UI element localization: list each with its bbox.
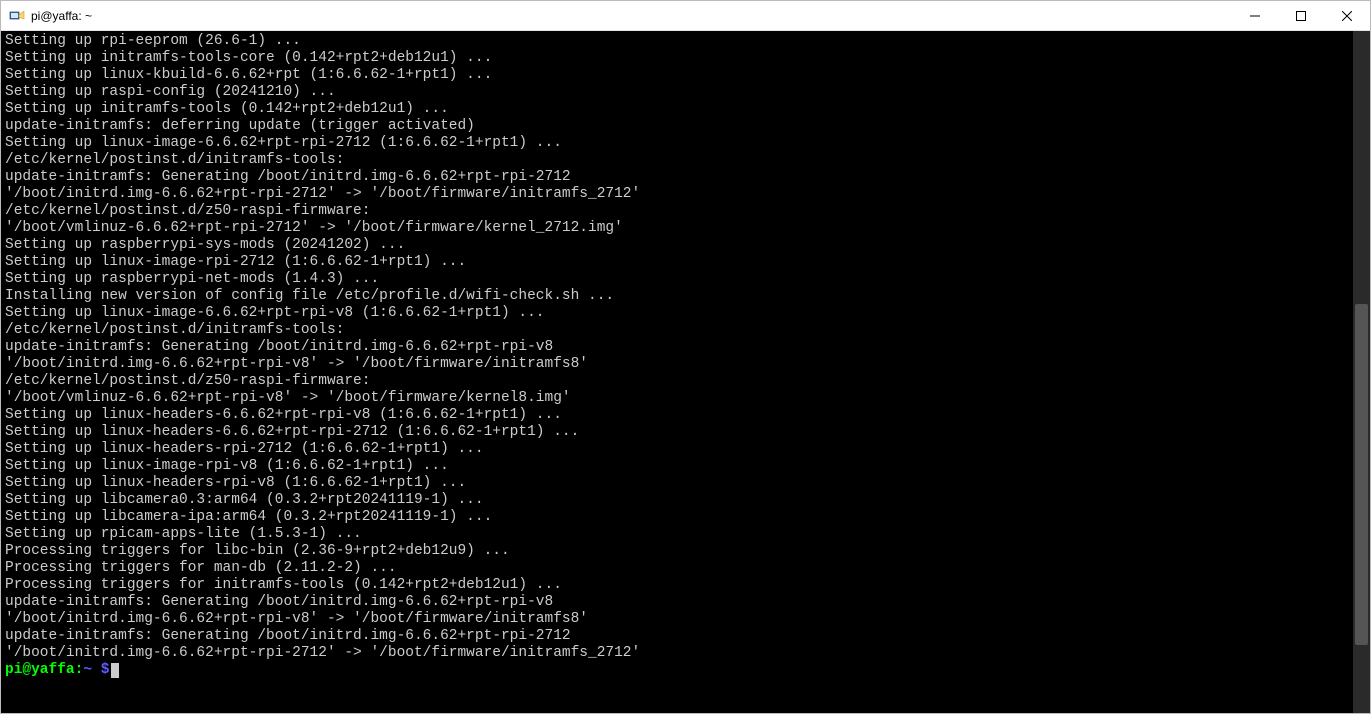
close-button[interactable] (1324, 1, 1370, 31)
terminal-line: Processing triggers for man-db (2.11.2-2… (5, 560, 1366, 577)
terminal-line: '/boot/initrd.img-6.6.62+rpt-rpi-v8' -> … (5, 356, 1366, 373)
scrollbar-thumb[interactable] (1355, 304, 1368, 645)
terminal-line: Setting up linux-image-rpi-v8 (1:6.6.62-… (5, 458, 1366, 475)
titlebar[interactable]: pi@yaffa: ~ (1, 1, 1370, 31)
terminal-line: /etc/kernel/postinst.d/z50-raspi-firmwar… (5, 203, 1366, 220)
terminal-line: Installing new version of config file /e… (5, 288, 1366, 305)
terminal-line: Setting up linux-headers-rpi-2712 (1:6.6… (5, 441, 1366, 458)
terminal-line: Processing triggers for initramfs-tools … (5, 577, 1366, 594)
terminal-line: Setting up libcamera0.3:arm64 (0.3.2+rpt… (5, 492, 1366, 509)
terminal-line: '/boot/initrd.img-6.6.62+rpt-rpi-v8' -> … (5, 611, 1366, 628)
prompt-user-host: pi@yaffa (5, 662, 75, 678)
terminal-line: Setting up linux-image-6.6.62+rpt-rpi-v8… (5, 305, 1366, 322)
terminal-line: /etc/kernel/postinst.d/initramfs-tools: (5, 322, 1366, 339)
terminal-line: Setting up linux-headers-6.6.62+rpt-rpi-… (5, 407, 1366, 424)
terminal-line: Setting up initramfs-tools-core (0.142+r… (5, 50, 1366, 67)
terminal-line: Setting up linux-kbuild-6.6.62+rpt (1:6.… (5, 67, 1366, 84)
terminal-window: pi@yaffa: ~ Setting up rpi-eeprom (26.6-… (0, 0, 1371, 714)
terminal-line: Setting up raspberrypi-sys-mods (2024120… (5, 237, 1366, 254)
terminal-line: '/boot/vmlinuz-6.6.62+rpt-rpi-2712' -> '… (5, 220, 1366, 237)
terminal-line: update-initramfs: deferring update (trig… (5, 118, 1366, 135)
terminal-line: Setting up linux-headers-6.6.62+rpt-rpi-… (5, 424, 1366, 441)
putty-icon (9, 8, 25, 24)
terminal-line: Setting up raspberrypi-net-mods (1.4.3) … (5, 271, 1366, 288)
terminal-line: '/boot/initrd.img-6.6.62+rpt-rpi-2712' -… (5, 645, 1366, 662)
terminal-line: update-initramfs: Generating /boot/initr… (5, 339, 1366, 356)
terminal-line: Processing triggers for libc-bin (2.36-9… (5, 543, 1366, 560)
terminal-line: '/boot/initrd.img-6.6.62+rpt-rpi-2712' -… (5, 186, 1366, 203)
terminal-line: /etc/kernel/postinst.d/z50-raspi-firmwar… (5, 373, 1366, 390)
prompt-cwd: ~ (83, 662, 92, 678)
terminal-output[interactable]: Setting up rpi-eeprom (26.6-1) ...Settin… (1, 31, 1370, 713)
prompt-dollar: $ (92, 662, 109, 678)
minimize-button[interactable] (1232, 1, 1278, 31)
terminal-line: Setting up initramfs-tools (0.142+rpt2+d… (5, 101, 1366, 118)
terminal-line: Setting up rpicam-apps-lite (1.5.3-1) ..… (5, 526, 1366, 543)
scrollbar[interactable] (1353, 31, 1370, 713)
terminal-line: Setting up linux-image-6.6.62+rpt-rpi-27… (5, 135, 1366, 152)
terminal-line: Setting up linux-image-rpi-2712 (1:6.6.6… (5, 254, 1366, 271)
terminal-line: Setting up linux-headers-rpi-v8 (1:6.6.6… (5, 475, 1366, 492)
maximize-button[interactable] (1278, 1, 1324, 31)
terminal-line: update-initramfs: Generating /boot/initr… (5, 169, 1366, 186)
terminal-line: Setting up raspi-config (20241210) ... (5, 84, 1366, 101)
terminal-line: /etc/kernel/postinst.d/initramfs-tools: (5, 152, 1366, 169)
window-title: pi@yaffa: ~ (31, 9, 92, 23)
terminal-line: '/boot/vmlinuz-6.6.62+rpt-rpi-v8' -> '/b… (5, 390, 1366, 407)
terminal-line: update-initramfs: Generating /boot/initr… (5, 594, 1366, 611)
terminal-line: Setting up rpi-eeprom (26.6-1) ... (5, 33, 1366, 50)
terminal-line: update-initramfs: Generating /boot/initr… (5, 628, 1366, 645)
terminal-prompt[interactable]: pi@yaffa:~ $ (5, 662, 1366, 679)
terminal-line: Setting up libcamera-ipa:arm64 (0.3.2+rp… (5, 509, 1366, 526)
terminal-cursor (111, 663, 119, 678)
